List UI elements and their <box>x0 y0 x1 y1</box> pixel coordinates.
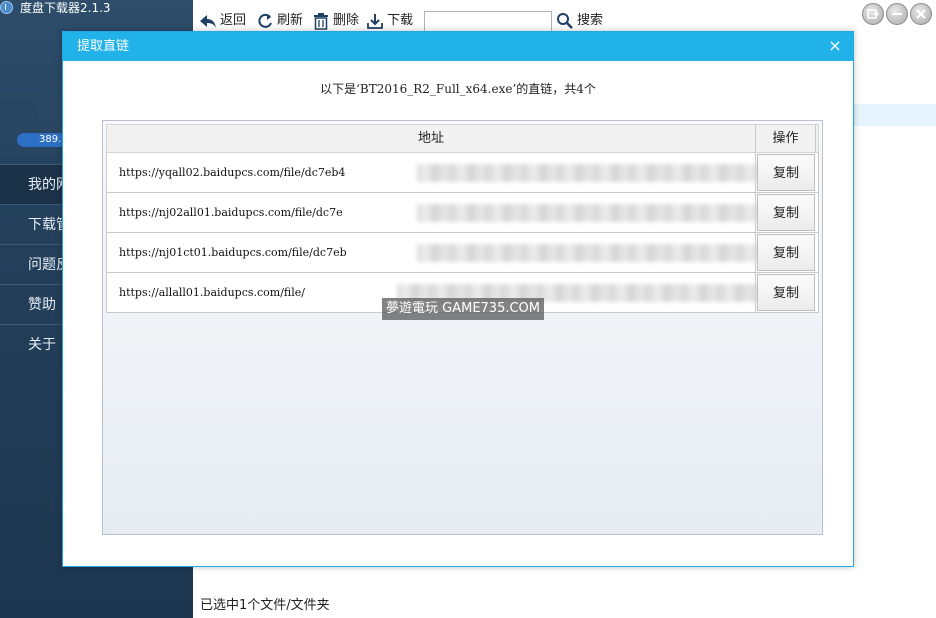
table-row: https://nj01ct01.baidupcs.com/file/dc7eb… <box>106 233 819 273</box>
dialog-titlebar[interactable]: 提取直链 × <box>63 32 853 61</box>
column-header-address: 地址 <box>107 125 756 152</box>
close-icon[interactable] <box>910 3 932 25</box>
back-button[interactable]: 返回 <box>199 11 246 31</box>
refresh-label: 刷新 <box>277 13 304 28</box>
table-row: https://nj02all01.baidupcs.com/file/dc7e… <box>106 193 819 233</box>
window-controls <box>862 3 932 25</box>
table-header: 地址 操作 <box>106 124 819 153</box>
trash-icon <box>312 12 330 30</box>
search-label: 搜索 <box>577 13 604 28</box>
copy-button[interactable]: 复制 <box>757 154 815 191</box>
back-arrow-icon <box>199 12 217 30</box>
table-row: https://yqall02.baidupcs.com/file/dc7eb4… <box>106 153 819 193</box>
app-title: 度盘下载器2.1.3 <box>20 1 111 15</box>
search-input[interactable] <box>424 11 552 33</box>
watermark: 夢遊電玩 GAME735.COM <box>382 298 545 320</box>
app-window: 度盘下载器2.1.3 389. 我的网 下载管 问题反 赞助 关于 返回 刷新 … <box>0 0 936 618</box>
search-icon <box>556 12 574 30</box>
redacted-url-blur <box>417 164 802 182</box>
refresh-button[interactable]: 刷新 <box>256 11 303 31</box>
copy-button[interactable]: 复制 <box>757 194 815 231</box>
app-logo-icon <box>0 1 13 14</box>
file-list-row-highlight <box>853 104 936 126</box>
download-button[interactable]: 下载 <box>366 11 413 31</box>
restore-icon[interactable] <box>862 3 884 25</box>
redacted-url-blur <box>417 244 802 262</box>
minimize-icon[interactable] <box>886 3 908 25</box>
copy-button[interactable]: 复制 <box>757 234 815 271</box>
dialog-title: 提取直链 <box>77 39 130 54</box>
links-table: 地址 操作 https://yqall02.baidupcs.com/file/… <box>102 120 823 535</box>
redacted-url-blur <box>417 204 802 222</box>
search-button[interactable]: 搜索 <box>556 11 603 31</box>
download-label: 下载 <box>387 13 414 28</box>
dialog-close-icon[interactable]: × <box>825 36 845 56</box>
column-header-action: 操作 <box>756 125 816 152</box>
copy-button[interactable]: 复制 <box>757 274 815 311</box>
status-selection-text: 已选中1个文件/文件夹 <box>200 598 330 613</box>
back-label: 返回 <box>220 13 247 28</box>
refresh-icon <box>256 12 274 30</box>
dialog-message: 以下是‘BT2016_R2_Full_x64.exe’的直链，共4个 <box>320 82 596 96</box>
delete-button[interactable]: 删除 <box>312 11 359 31</box>
delete-label: 删除 <box>333 13 360 28</box>
download-icon <box>366 12 384 30</box>
